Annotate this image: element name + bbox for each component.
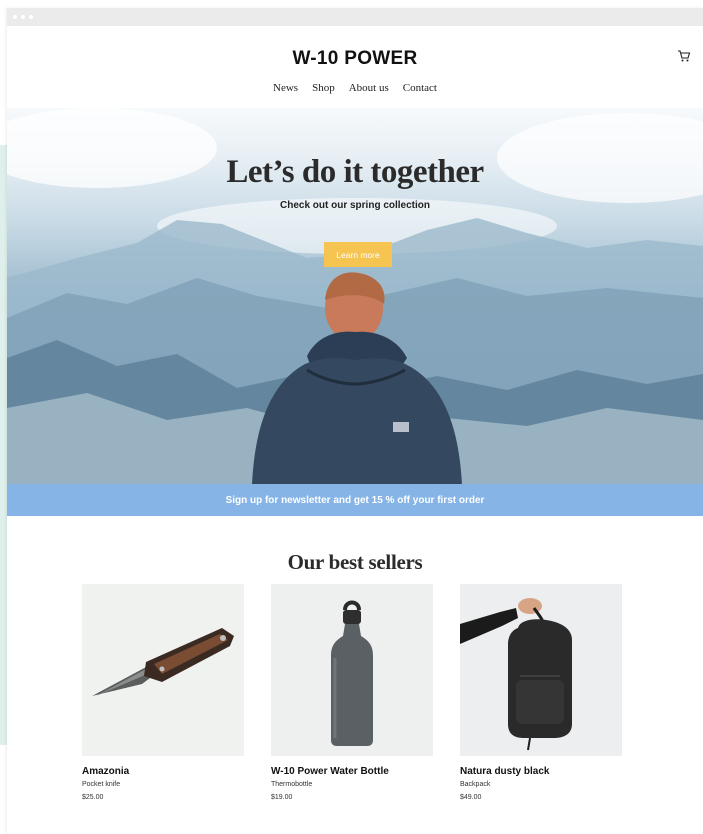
product-type: Pocket knife xyxy=(82,781,121,788)
hero-subtitle: Check out our spring collection xyxy=(279,200,430,211)
product-type: Thermobottle xyxy=(271,781,313,788)
product-card[interactable]: W-10 Power Water Bottle Thermobottle $19… xyxy=(271,584,433,801)
site-header: W-10 POWER News Shop About us Contact xyxy=(7,26,703,108)
newsletter-banner[interactable]: Sign up for newsletter and get 15 % off … xyxy=(7,484,703,516)
nav-item-shop[interactable]: Shop xyxy=(312,82,335,94)
cart-icon[interactable] xyxy=(677,49,691,63)
product-grid: Amazonia Pocket knife $25.00 W-10 Power … xyxy=(82,584,622,801)
backpack-image[interactable] xyxy=(460,584,622,756)
nav-item-about-us[interactable]: About us xyxy=(349,82,389,94)
window-close-dot[interactable] xyxy=(13,15,17,19)
product-price: $49.00 xyxy=(460,794,482,801)
product-name[interactable]: Amazonia xyxy=(82,766,244,777)
site-logo[interactable]: W-10 POWER xyxy=(7,48,703,70)
window-maximize-dot[interactable] xyxy=(29,15,33,19)
product-card[interactable]: Natura dusty black Backpack $49.00 xyxy=(460,584,622,801)
nav-item-contact[interactable]: Contact xyxy=(403,82,437,94)
learn-more-button[interactable]: Learn more xyxy=(324,242,392,267)
pocket-knife-image[interactable] xyxy=(82,584,244,756)
product-price: $19.00 xyxy=(271,794,293,801)
window-titlebar xyxy=(7,8,703,26)
product-name[interactable]: W-10 Power Water Bottle xyxy=(271,766,433,777)
water-bottle-image[interactable] xyxy=(271,584,433,756)
nav-item-news[interactable]: News xyxy=(273,82,298,94)
product-name[interactable]: Natura dusty black xyxy=(460,766,622,777)
hero-banner: Let’s do it together Check out our sprin… xyxy=(7,108,703,484)
best-sellers-title: Our best sellers xyxy=(287,550,423,574)
main-nav: News Shop About us Contact xyxy=(7,82,703,94)
product-card[interactable]: Amazonia Pocket knife $25.00 xyxy=(82,584,244,801)
window-minimize-dot[interactable] xyxy=(21,15,25,19)
product-type: Backpack xyxy=(460,781,491,788)
hero-title: Let’s do it together xyxy=(226,154,484,190)
background-strip xyxy=(0,145,7,745)
product-price: $25.00 xyxy=(82,794,104,801)
